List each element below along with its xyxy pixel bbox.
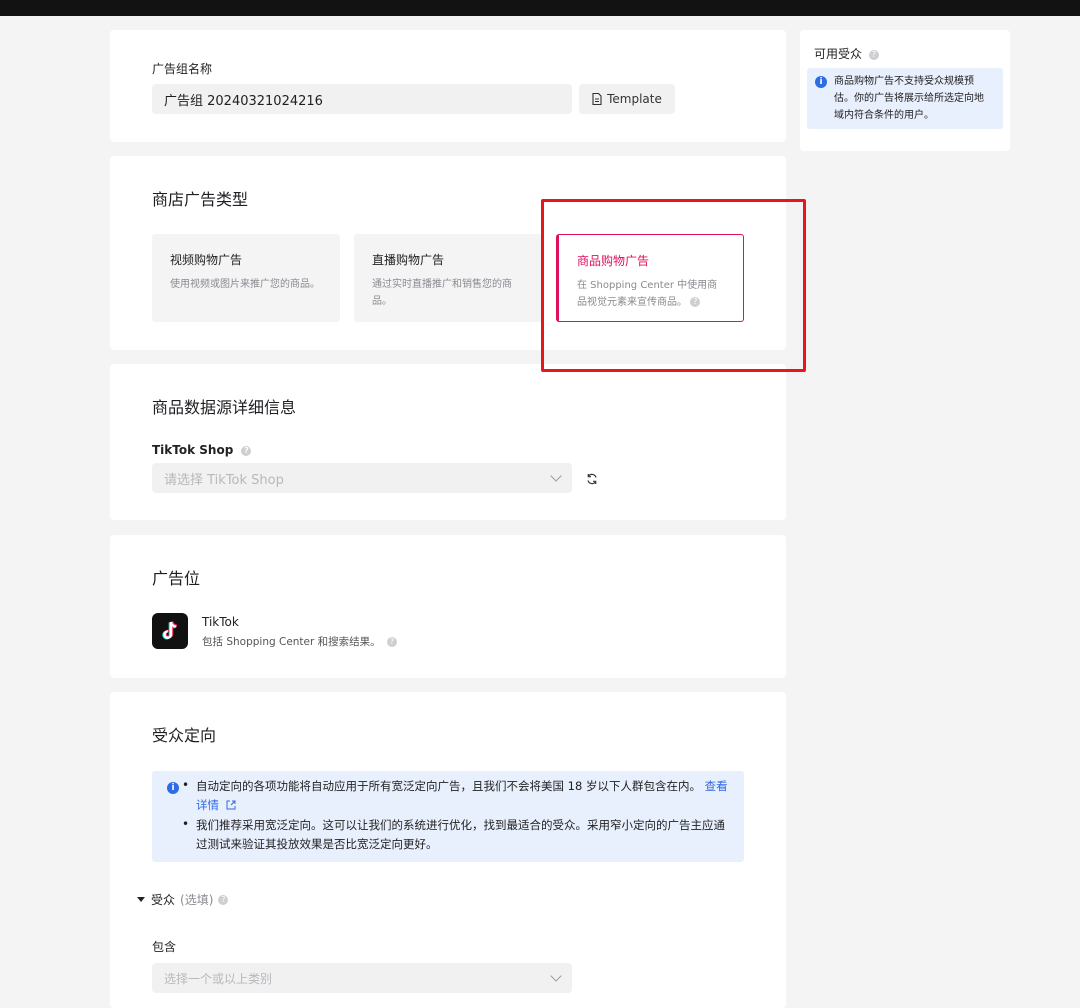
help-icon[interactable]: ? [868,49,879,60]
store-ad-type-title: 商店广告类型 [152,190,249,209]
help-icon[interactable]: ? [218,894,229,905]
audience-optional-label: (选填) [180,893,214,907]
notice-text-1: 自动定向的各项功能将自动应用于所有宽泛定向广告，且我们不会将美国 18 岁以下人… [196,779,701,793]
product-source-card: 商品数据源详细信息 TikTok Shop ? 请选择 TikTok Shop [110,364,786,520]
tiktok-shop-label: TikTok Shop [152,443,234,457]
ad-type-desc: 通过实时直播推广和销售您的商品。 [372,279,512,307]
product-source-title: 商品数据源详细信息 [152,398,297,417]
template-button[interactable]: Template [579,84,675,114]
tiktok-logo [152,613,188,649]
audience-notice: i • 自动定向的各项功能将自动应用于所有宽泛定向广告，且我们不会将美国 18 … [152,771,744,862]
placement-title: 广告位 [152,569,201,588]
ad-type-desc: 使用视频或图片来推广您的商品。 [170,279,320,290]
notice-text-2: 我们推荐采用宽泛定向。这可以让我们的系统进行优化，找到最适合的受众。采用窄小定向… [196,818,725,851]
include-category-select[interactable]: 选择一个或以上类别 [152,963,572,993]
caret-down-icon [137,897,145,902]
available-audience-info-text: 商品购物广告不支持受众规模预估。你的广告将展示给所选定向地域内符合条件的用户。 [834,76,984,121]
adgroup-name-input[interactable]: 广告组 20240321024216 [152,84,572,114]
placement-app-name: TikTok [202,615,239,629]
document-icon [592,93,602,105]
include-placeholder: 选择一个或以上类别 [164,971,273,986]
audience-section-toggle[interactable]: 受众 (选填) ? [137,891,229,908]
info-icon: i [167,782,179,794]
info-icon: i [815,76,827,88]
ad-type-title: 视频购物广告 [170,253,243,267]
placement-card: 广告位 TikTok 包括 Shopping Center 和搜索结果。 ? [110,535,786,678]
available-audience-title: 可用受众 [814,47,863,61]
placement-app-desc: 包括 Shopping Center 和搜索结果。 [202,636,381,648]
tiktok-shop-placeholder: 请选择 TikTok Shop [164,472,284,488]
adgroup-name-card: 广告组名称 广告组 20240321024216 Template [110,30,786,142]
adgroup-name-value: 广告组 20240321024216 [164,93,323,109]
ad-type-live-shopping[interactable]: 直播购物广告 通过实时直播推广和销售您的商品。 [354,234,542,322]
include-label: 包含 [152,940,177,954]
bullet-dot: • [182,817,190,831]
audience-card: 受众定向 i • 自动定向的各项功能将自动应用于所有宽泛定向广告，且我们不会将美… [110,692,786,1008]
audience-section-label: 受众 [151,893,176,907]
ad-type-video-shopping[interactable]: 视频购物广告 使用视频或图片来推广您的商品。 [152,234,340,322]
top-bar [0,0,1080,16]
external-link-icon[interactable] [226,800,236,810]
help-icon[interactable]: ? [387,637,398,647]
ad-type-title: 直播购物广告 [372,253,445,267]
available-audience-info: i 商品购物广告不支持受众规模预估。你的广告将展示给所选定向地域内符合条件的用户… [807,68,1003,129]
bullet-dot: • [182,778,190,792]
help-icon[interactable]: ? [241,445,252,456]
tiktok-shop-select[interactable]: 请选择 TikTok Shop [152,463,572,493]
adgroup-name-label: 广告组名称 [152,62,213,76]
refresh-icon[interactable] [586,473,598,485]
chevron-down-icon [550,970,562,982]
highlight-annotation [541,199,806,372]
available-audience-panel: 可用受众 ? i 商品购物广告不支持受众规模预估。你的广告将展示给所选定向地域内… [800,30,1010,151]
chevron-down-icon [550,470,562,482]
audience-title: 受众定向 [152,726,217,745]
template-button-label: Template [607,92,662,106]
